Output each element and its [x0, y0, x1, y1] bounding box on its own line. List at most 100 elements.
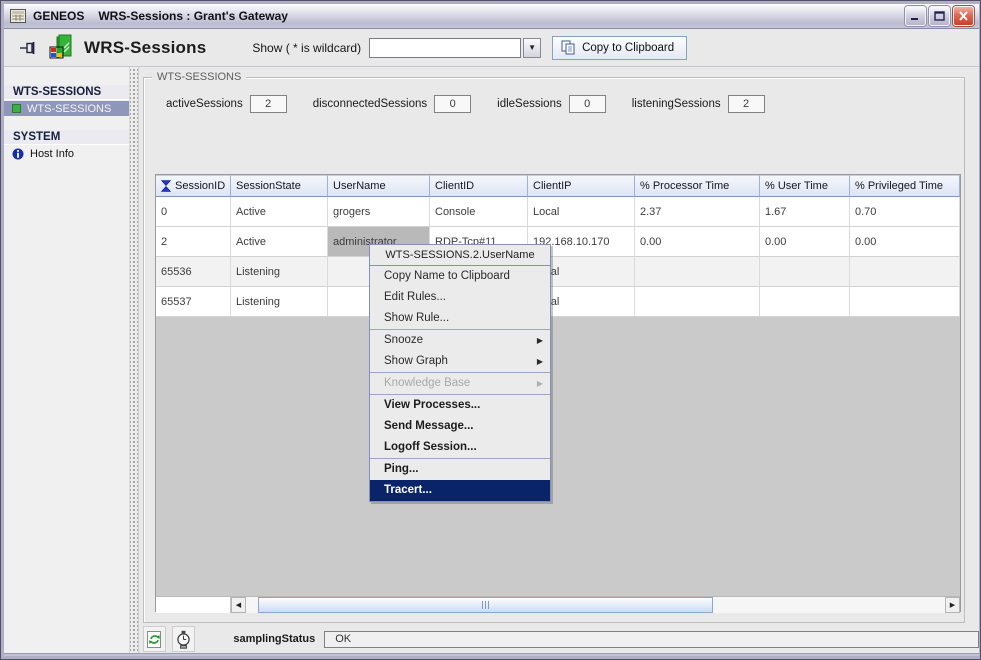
table-cell[interactable] [760, 287, 850, 317]
menu-item-send-message[interactable]: Send Message... [370, 416, 550, 437]
sample-timer-button[interactable] [172, 626, 195, 652]
table-cell[interactable]: Listening [231, 257, 328, 287]
scrollbar-corner [156, 597, 231, 613]
sampling-status-value: OK [324, 631, 979, 648]
column-header-sessionstate[interactable]: SessionState [231, 175, 328, 197]
scroll-left-icon: ◀ [236, 601, 241, 609]
filter-dropdown-button[interactable]: ▼ [523, 38, 541, 58]
pin-icon[interactable] [20, 41, 38, 55]
table-cell[interactable]: 65537 [156, 287, 231, 317]
sidebar-item-wts-sessions[interactable]: WTS-SESSIONS [4, 101, 129, 116]
context-menu-title: WTS-SESSIONS.2.UserName [370, 245, 550, 266]
column-header-clientip[interactable]: ClientIP [528, 175, 635, 197]
table-empty-area [156, 317, 960, 596]
sessions-table: SessionID SessionState UserName ClientID… [155, 174, 961, 612]
submenu-arrow-icon: ▶ [537, 373, 543, 394]
chevron-down-icon: ▼ [528, 43, 536, 52]
menu-item-show-graph[interactable]: Show Graph▶ [370, 351, 550, 372]
sidebar-section-wts-sessions: WTS-SESSIONS [4, 85, 129, 100]
menu-item-tracert[interactable]: Tracert... [370, 480, 550, 501]
table-row[interactable]: 0 Active grogers Console Local 2.37 1.67… [156, 197, 960, 227]
menu-item-snooze[interactable]: Snooze▶ [370, 330, 550, 351]
toolbar: WRS-Sessions Show ( * is wildcard) ▼ Cop… [4, 29, 979, 67]
column-header-user-time[interactable]: % User Time [760, 175, 850, 197]
table-cell[interactable]: 0.70 [850, 197, 960, 227]
sidebar-item-label: WTS-SESSIONS [27, 103, 111, 115]
show-wildcard-label: Show ( * is wildcard) [252, 41, 361, 55]
scrollbar-thumb[interactable] [258, 597, 713, 613]
table-cell[interactable]: 1.67 [760, 197, 850, 227]
disconnected-sessions-label: disconnectedSessions [313, 98, 427, 110]
menu-item-ping[interactable]: Ping... [370, 459, 550, 480]
table-cell[interactable]: Active [231, 197, 328, 227]
menu-item-logoff-session[interactable]: Logoff Session... [370, 437, 550, 458]
refresh-sample-button[interactable] [143, 626, 166, 652]
table-row[interactable]: 65537 Listening Local [156, 287, 960, 317]
table-cell[interactable]: 0.00 [635, 227, 760, 257]
column-header-clientid[interactable]: ClientID [430, 175, 528, 197]
table-cell[interactable] [850, 287, 960, 317]
app-window-icon [10, 9, 27, 24]
table-cell[interactable]: Listening [231, 287, 328, 317]
table-cell[interactable] [760, 257, 850, 287]
scroll-left-button[interactable]: ◀ [231, 597, 246, 613]
sidebar-item-host-info[interactable]: Host Info [4, 146, 129, 161]
menu-item-show-rule[interactable]: Show Rule... [370, 308, 550, 329]
column-header-privileged-time[interactable]: % Privileged Time [850, 175, 960, 197]
column-header-sessionid[interactable]: SessionID [156, 175, 231, 197]
menu-item-copy-name[interactable]: Copy Name to Clipboard [370, 266, 550, 287]
maximize-button[interactable] [929, 6, 950, 26]
stopwatch-icon [176, 630, 191, 649]
refresh-icon [146, 630, 163, 649]
copy-to-clipboard-button[interactable]: Copy to Clipboard [552, 36, 687, 60]
sort-icon [161, 180, 171, 192]
titlebar[interactable]: GENEOSWRS-Sessions : Grant's Gateway [4, 4, 979, 29]
window-bottom-frame [4, 653, 979, 656]
table-cell[interactable]: 65536 [156, 257, 231, 287]
table-row[interactable]: 2 Active administrator RDP-Tcp#11 192.16… [156, 227, 960, 257]
table-cell[interactable]: 2.37 [635, 197, 760, 227]
listening-sessions-value: 2 [728, 95, 765, 113]
submenu-arrow-icon: ▶ [537, 330, 543, 351]
menu-item-knowledge-base: Knowledge Base▶ [370, 373, 550, 394]
wrs-sessions-app-icon [48, 34, 74, 61]
scroll-right-button[interactable]: ▶ [945, 597, 960, 613]
scrollbar-track[interactable] [246, 597, 945, 613]
copy-button-label: Copy to Clipboard [582, 42, 674, 54]
menu-item-edit-rules[interactable]: Edit Rules... [370, 287, 550, 308]
table-cell[interactable]: 0.00 [760, 227, 850, 257]
disconnected-sessions-value: 0 [434, 95, 471, 113]
sidebar-item-label: Host Info [30, 148, 74, 160]
table-cell[interactable]: 2 [156, 227, 231, 257]
table-cell[interactable]: Console [430, 197, 528, 227]
table-cell[interactable] [850, 257, 960, 287]
wts-sessions-groupbox: WTS-SESSIONS activeSessions 2 disconnect… [143, 77, 965, 623]
sampling-status-label: samplingStatus [233, 633, 315, 645]
table-row[interactable]: 65536 Listening Local [156, 257, 960, 287]
listening-sessions-label: listeningSessions [632, 98, 721, 110]
table-cell[interactable] [635, 287, 760, 317]
menu-item-view-processes[interactable]: View Processes... [370, 395, 550, 416]
column-header-username[interactable]: UserName [328, 175, 430, 197]
close-icon [958, 11, 969, 21]
table-cell[interactable]: grogers [328, 197, 430, 227]
column-header-processor-time[interactable]: % Processor Time [635, 175, 760, 197]
context-menu: WTS-SESSIONS.2.UserName Copy Name to Cli… [369, 244, 551, 502]
table-cell[interactable]: Local [528, 197, 635, 227]
table-header-row: SessionID SessionState UserName ClientID… [156, 175, 960, 197]
horizontal-scrollbar: ◀ ▶ [156, 596, 960, 613]
submenu-arrow-icon: ▶ [537, 351, 543, 372]
idle-sessions-value: 0 [569, 95, 606, 113]
table-cell[interactable]: 0.00 [850, 227, 960, 257]
page-title: WRS-Sessions [84, 38, 206, 58]
filter-input[interactable] [369, 38, 521, 58]
close-button[interactable] [953, 6, 974, 26]
minimize-button[interactable] [905, 6, 926, 26]
status-ok-square-icon [12, 104, 21, 113]
table-cell[interactable] [635, 257, 760, 287]
table-cell[interactable]: 0 [156, 197, 231, 227]
table-cell[interactable]: Active [231, 227, 328, 257]
window-title: GENEOSWRS-Sessions : Grant's Gateway [33, 9, 288, 23]
summary-row: activeSessions 2 disconnectedSessions 0 … [166, 95, 791, 113]
sidebar-splitter[interactable] [129, 67, 139, 653]
